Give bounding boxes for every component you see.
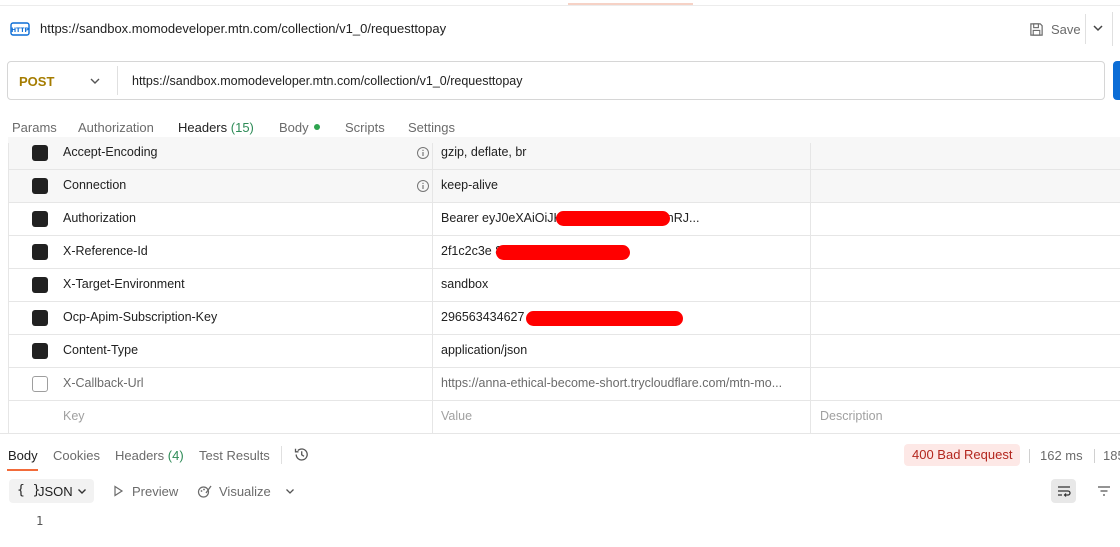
headers-table: Accept-Encoding gzip, deflate, br Connec… [8, 137, 1120, 434]
table-row: Content-Type application/json [8, 335, 1120, 368]
table-row: Accept-Encoding gzip, deflate, br [8, 137, 1120, 170]
chevron-down-icon[interactable] [88, 74, 102, 88]
table-row: X-Reference-Id 2f1c2c3e 8cf0ec3d [8, 236, 1120, 269]
method-divider [117, 66, 118, 95]
table-row: X-Target-Environment sandbox [8, 269, 1120, 302]
header-key[interactable]: Connection [63, 178, 126, 192]
header-value[interactable]: application/json [441, 343, 806, 357]
new-value-input[interactable]: Value [441, 409, 806, 423]
format-label: JSON [38, 484, 73, 499]
header-key[interactable]: Authorization [63, 211, 136, 225]
top-strip [0, 0, 1120, 6]
header-key[interactable]: X-Callback-Url [63, 376, 144, 390]
play-icon [114, 485, 124, 497]
request-title[interactable]: https://sandbox.momodeveloper.mtn.com/co… [40, 21, 446, 36]
response-tab-cookies[interactable]: Cookies [53, 448, 100, 463]
tab-settings[interactable]: Settings [408, 120, 455, 135]
braces-icon: { } [17, 483, 41, 498]
table-border [8, 143, 9, 433]
tab-headers-count: (15) [230, 120, 254, 135]
info-icon [417, 180, 429, 192]
svg-text:HTTP: HTTP [11, 27, 29, 34]
response-time[interactable]: 162 ms [1040, 448, 1083, 463]
response-tab-test-results[interactable]: Test Results [199, 448, 270, 463]
meta-divider [1094, 449, 1095, 463]
info-icon [417, 147, 429, 159]
row-checkbox[interactable] [32, 376, 48, 392]
header-value[interactable]: https://anna-ethical-become-short.tryclo… [441, 376, 806, 390]
response-size[interactable]: 185 [1103, 448, 1120, 463]
history-icon[interactable] [293, 446, 310, 463]
row-checkbox[interactable] [32, 310, 48, 326]
response-tab-headers[interactable]: Headers (4) [115, 448, 184, 463]
body-indicator-dot [314, 124, 320, 130]
line-number: 1 [36, 514, 44, 528]
redaction-mark [526, 311, 683, 326]
chevron-down-icon [78, 489, 86, 494]
header-key[interactable]: X-Reference-Id [63, 244, 148, 258]
header-key[interactable]: X-Target-Environment [63, 277, 185, 291]
toolbar-divider [1112, 12, 1113, 46]
send-button[interactable] [1113, 61, 1120, 100]
tab-headers[interactable]: Headers (15) [178, 120, 254, 135]
row-checkbox[interactable] [32, 277, 48, 293]
active-tab-indicator [568, 3, 693, 5]
response-tab-body[interactable]: Body [8, 448, 38, 463]
tab-authorization[interactable]: Authorization [78, 120, 154, 135]
redaction-mark [496, 245, 630, 260]
wrap-lines-icon [1058, 486, 1071, 497]
header-value[interactable]: gzip, deflate, br [441, 145, 806, 159]
chevron-down-icon[interactable] [1090, 20, 1106, 36]
column-divider [432, 143, 433, 433]
header-value[interactable]: sandbox [441, 277, 806, 291]
response-tab-underline [7, 469, 38, 471]
tab-body[interactable]: Body [279, 120, 309, 135]
preview-button[interactable]: Preview [132, 484, 178, 499]
row-checkbox[interactable] [32, 211, 48, 227]
header-value[interactable]: keep-alive [441, 178, 806, 192]
response-tab-headers-count: (4) [167, 448, 184, 463]
response-divider [0, 433, 1120, 434]
method-select[interactable]: POST [19, 74, 54, 89]
visualize-icon [197, 485, 212, 498]
table-row: X-Callback-Url https://anna-ethical-beco… [8, 368, 1120, 401]
tab-params[interactable]: Params [12, 120, 57, 135]
table-row: Authorization Bearer eyJ0eXAiOiJK MjU2In… [8, 203, 1120, 236]
column-divider [810, 143, 811, 433]
header-key[interactable]: Content-Type [63, 343, 138, 357]
new-description-input[interactable]: Description [820, 409, 883, 423]
save-divider [1085, 14, 1086, 44]
tab-headers-label: Headers [178, 120, 228, 135]
save-button[interactable]: Save [1029, 19, 1081, 39]
visualize-button[interactable]: Visualize [219, 484, 271, 499]
table-row-new: Key Value Description [8, 401, 1120, 434]
redaction-mark [556, 211, 670, 226]
new-key-input[interactable]: Key [63, 409, 85, 423]
table-row: Ocp-Apim-Subscription-Key 296563434627 [8, 302, 1120, 335]
tab-scripts[interactable]: Scripts [345, 120, 385, 135]
save-icon [1030, 22, 1043, 36]
filter-icon[interactable] [1096, 483, 1112, 499]
row-checkbox[interactable] [32, 343, 48, 359]
row-checkbox[interactable] [32, 244, 48, 260]
header-key[interactable]: Accept-Encoding [63, 145, 158, 159]
save-label: Save [1051, 21, 1081, 37]
http-request-icon: HTTP [10, 22, 30, 36]
row-checkbox[interactable] [32, 145, 48, 161]
chevron-down-icon[interactable] [284, 485, 296, 497]
url-input[interactable]: https://sandbox.momodeveloper.mtn.com/co… [132, 74, 523, 88]
response-tab-divider [281, 446, 282, 464]
meta-divider [1029, 449, 1030, 463]
response-tab-headers-label: Headers [115, 448, 165, 463]
table-row: Connection keep-alive [8, 170, 1120, 203]
row-checkbox[interactable] [32, 178, 48, 194]
status-badge[interactable]: 400 Bad Request [904, 444, 1021, 466]
header-key[interactable]: Ocp-Apim-Subscription-Key [63, 310, 217, 324]
